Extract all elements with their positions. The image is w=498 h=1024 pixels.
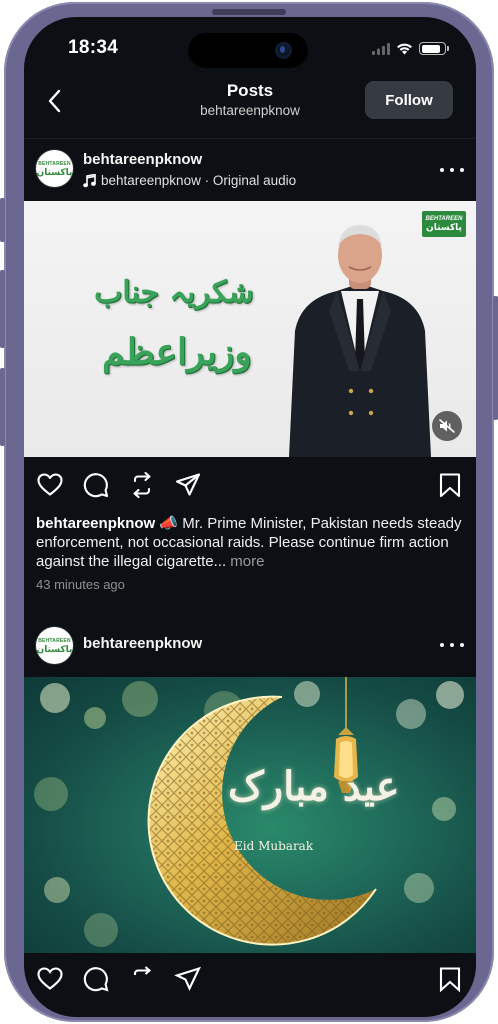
bookmark-icon[interactable] [436,471,464,499]
status-time: 18:34 [68,37,119,58]
dynamic-island [188,33,308,68]
heart-icon[interactable] [36,965,64,993]
battery-level [421,44,441,53]
camera-icon [275,42,292,59]
power-button [493,296,498,420]
wifi-icon [397,43,412,55]
volume-up-button [0,270,5,348]
more-options-button[interactable] [440,640,464,650]
ellipsis-icon [440,168,444,172]
person-photo [289,225,431,457]
speaker-slit [212,9,286,15]
avatar-logo-urdu: پاکستان [36,166,73,177]
send-icon[interactable] [174,471,202,499]
repost-icon[interactable] [128,965,156,993]
mute-toggle-button[interactable] [432,411,462,441]
post-media-image[interactable]: شکریہ جناب وزیراعظم BEHTAREEN پاکستان [24,201,476,457]
ellipsis-dot [460,168,464,172]
caption-username[interactable]: behtareenpknow [36,515,155,532]
ellipsis-dot [450,643,454,647]
action-button [0,198,5,242]
bokeh-light [432,797,456,821]
post-username[interactable]: behtareenpknow [83,635,202,652]
follow-button[interactable]: Follow [365,81,453,119]
post-media-image[interactable]: عید مبارک Eid Mubarak [24,677,476,953]
bookmark-icon[interactable] [436,965,464,993]
app-screen: 18:34 Posts behtareenpknow Follow BEHTAR… [24,17,476,1017]
bokeh-light [84,707,106,729]
heart-icon[interactable] [36,471,64,499]
volume-down-button [0,368,5,446]
status-icons [372,42,449,55]
comment-icon[interactable] [82,965,110,993]
media-urdu-line-1: شکریہ جناب [94,275,254,310]
bokeh-light [84,913,118,947]
speaker-muted-icon [439,419,455,433]
avatar[interactable]: BEHTAREEN پاکستان [36,150,73,187]
ellipsis-icon [440,643,444,647]
more-options-button[interactable] [440,165,464,175]
bokeh-light [34,777,68,811]
header-divider [24,138,476,139]
caption-more-link[interactable]: more [230,553,264,570]
send-icon[interactable] [174,965,202,993]
cellular-signal-icon [372,42,390,55]
bokeh-light [44,877,70,903]
original-audio-link[interactable]: behtareenpknow · Original audio [83,173,296,188]
bokeh-light [436,681,464,709]
avatar-logo-urdu: پاکستان [36,643,73,654]
post-username[interactable]: behtareenpknow [83,151,202,168]
bokeh-light [40,683,70,713]
brand-logo-urdu: پاکستان [426,221,462,232]
crescent-moon-icon [147,695,377,946]
post-caption: behtareenpknow 📣 Mr. Prime Minister, Pak… [36,514,464,571]
audio-label: behtareenpknow · Original audio [101,173,297,188]
eid-subtitle: Eid Mubarak [234,839,314,853]
music-note-icon [83,173,96,187]
eid-calligraphy: عید مبارک [228,763,400,810]
comment-icon[interactable] [82,471,110,499]
post-timestamp: 43 minutes ago [36,577,125,592]
repost-icon[interactable] [128,471,156,499]
avatar[interactable]: BEHTAREEN پاکستان [36,627,73,664]
ellipsis-dot [460,643,464,647]
media-urdu-line-2: وزیراعظم [102,331,252,373]
battery-icon [419,42,449,55]
brand-logo: BEHTAREEN پاکستان [422,211,466,237]
megaphone-emoji: 📣 [159,515,179,532]
ellipsis-dot [450,168,454,172]
